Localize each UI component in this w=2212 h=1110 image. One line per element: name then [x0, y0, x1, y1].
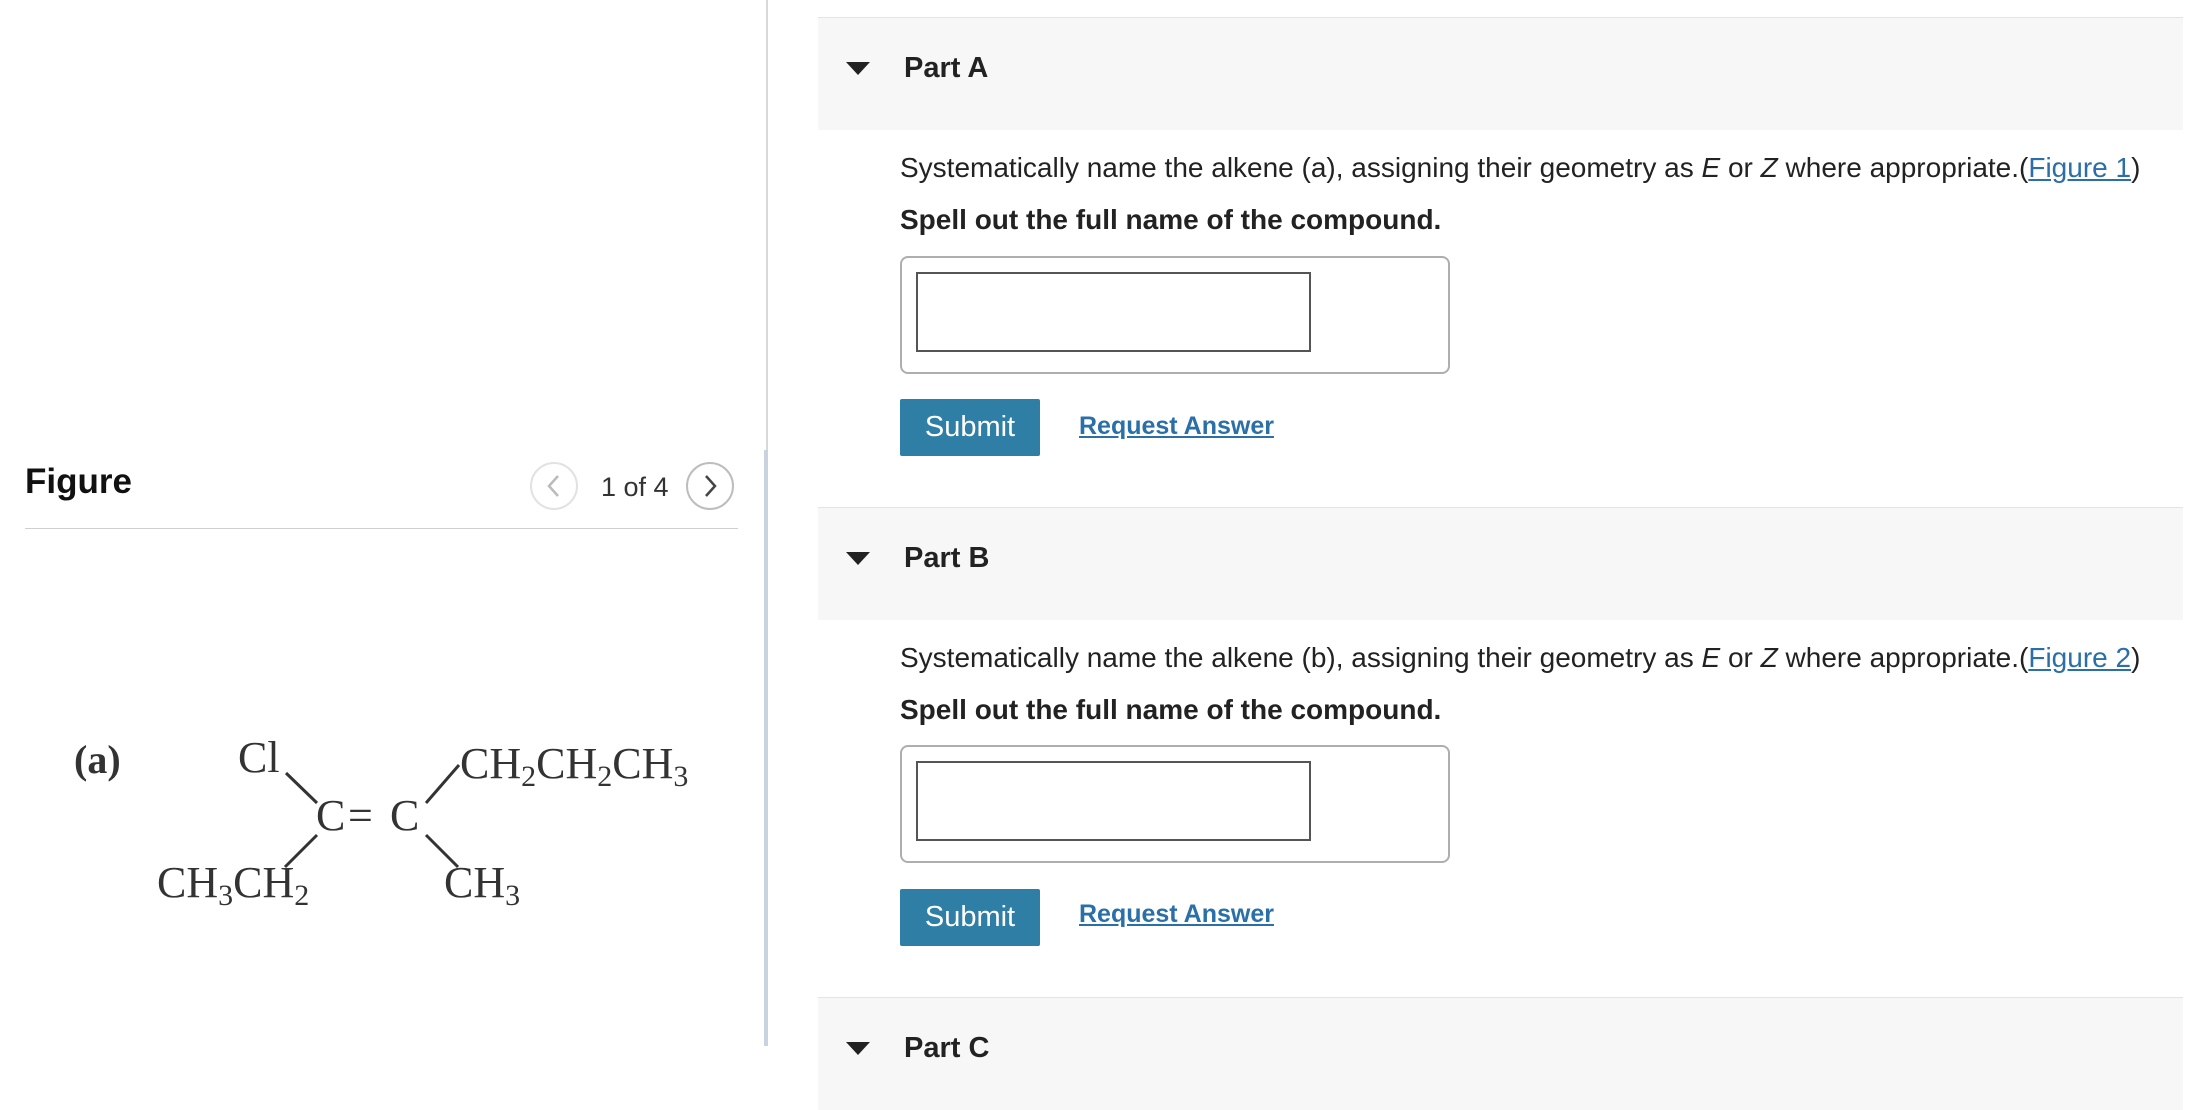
- figure-panel: Figure 1 of 4 (a) Cl C = C CH2CH2CH3 CH3…: [0, 0, 768, 1046]
- part-b-header[interactable]: Part B: [818, 507, 2183, 620]
- propyl-group: CH2CH2CH3: [460, 739, 688, 793]
- part-b-request-answer-link[interactable]: Request Answer: [1079, 900, 1274, 929]
- caret-down-icon: [846, 62, 870, 75]
- part-b-answer-input[interactable]: [916, 761, 1311, 841]
- panel-resize-handle[interactable]: [764, 450, 768, 1046]
- caret-down-icon: [846, 552, 870, 565]
- part-a-answer-box: [900, 256, 1450, 374]
- part-b-submit-button[interactable]: Submit: [900, 889, 1040, 946]
- part-a-answer-input[interactable]: [916, 272, 1311, 352]
- part-a-question: Systematically name the alkene (a), assi…: [900, 152, 2141, 183]
- alkene-structure-a: (a) Cl C = C CH2CH2CH3 CH3CH2 CH3: [74, 733, 688, 912]
- part-a-title: Part A: [904, 52, 989, 84]
- part-b-question: Systematically name the alkene (b), assi…: [900, 642, 2141, 673]
- atom-c-left: C: [316, 791, 345, 840]
- figure-2-link[interactable]: Figure 2: [2028, 642, 2131, 673]
- atom-c-right: C: [390, 791, 419, 840]
- part-a-request-answer-link[interactable]: Request Answer: [1079, 412, 1274, 441]
- chevron-left-icon: [547, 475, 559, 497]
- ethyl-group: CH3CH2: [157, 858, 309, 912]
- part-a-submit-button[interactable]: Submit: [900, 399, 1040, 456]
- part-c-title: Part C: [904, 1032, 990, 1064]
- figure-title: Figure: [25, 462, 132, 501]
- figure-page-indicator: 1 of 4: [601, 472, 669, 502]
- figure-1-link[interactable]: Figure 1: [2028, 152, 2131, 183]
- panel-divider: [766, 0, 768, 450]
- part-b-title: Part B: [904, 542, 990, 574]
- methyl-group: CH3: [444, 858, 520, 912]
- chevron-right-icon: [705, 475, 717, 497]
- part-a-instruction: Spell out the full name of the compound.: [900, 204, 1442, 235]
- next-figure-button[interactable]: [686, 462, 734, 510]
- bond-cl: [284, 771, 319, 805]
- bond-propyl: [424, 764, 461, 804]
- previous-figure-button[interactable]: [530, 462, 578, 510]
- part-b-instruction: Spell out the full name of the compound.: [900, 694, 1442, 725]
- part-a-header[interactable]: Part A: [818, 17, 2183, 130]
- part-b-answer-box: [900, 745, 1450, 863]
- double-bond: =: [348, 791, 373, 840]
- caret-down-icon: [846, 1042, 870, 1055]
- part-c-header[interactable]: Part C: [818, 997, 2183, 1110]
- figure-divider: [25, 528, 738, 529]
- atom-cl: Cl: [238, 733, 280, 782]
- structure-label: (a): [74, 737, 121, 782]
